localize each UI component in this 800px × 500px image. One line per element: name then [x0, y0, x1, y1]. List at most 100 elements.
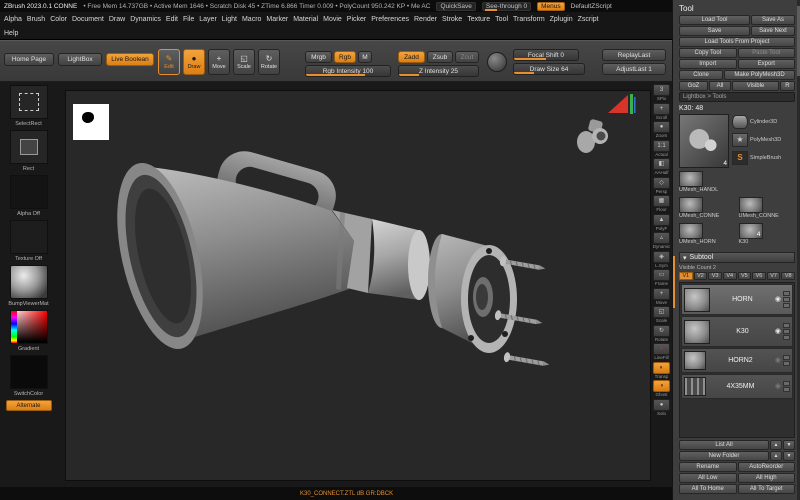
tab-v6[interactable]: V6 — [752, 272, 766, 280]
scale-mode-button[interactable]: ◱ Scale — [233, 49, 255, 75]
mrgb-button[interactable]: Mrgb — [305, 51, 332, 63]
load-tools-from-project-button[interactable]: Load Tools From Project — [679, 37, 795, 47]
active-tool-thumbnail[interactable]: 4 — [679, 114, 729, 168]
lightbox-tools-path[interactable]: Lightbox > Tools — [679, 92, 795, 102]
tool-thumbnail[interactable] — [679, 171, 703, 187]
menu-picker[interactable]: Picker — [347, 16, 366, 23]
save-next-button[interactable]: Save Next — [750, 26, 795, 36]
rotate-mode-button[interactable]: ↻ Rotate — [258, 49, 280, 75]
subtool-section-header[interactable]: ▾ Subtool — [679, 252, 795, 263]
scale-canvas-icon[interactable]: ◱ — [653, 306, 670, 318]
z-intensity-slider[interactable]: Z Intensity 25 — [398, 65, 479, 77]
recent-tool-umesh-conne-1[interactable]: UMesh_CONNE — [679, 197, 736, 222]
home-page-button[interactable]: Home Page — [4, 53, 54, 66]
m-button[interactable]: M — [358, 51, 372, 63]
paste-tool-button[interactable]: Paste Tool — [737, 48, 795, 58]
ghost-icon[interactable]: ◑ — [653, 380, 670, 392]
subtool-up-button[interactable]: ▲ — [770, 440, 782, 450]
all-to-home-button[interactable]: All To Home — [679, 484, 737, 494]
polyframe-icon[interactable]: ▲ — [653, 213, 670, 226]
clone-button[interactable]: Clone — [679, 70, 724, 80]
focal-shift-slider[interactable]: Focal Shift 0 — [513, 49, 579, 61]
menu-draw[interactable]: Draw — [109, 16, 125, 23]
color-picker[interactable] — [9, 310, 48, 344]
recent-tool-polymesh3d[interactable]: ★ PolyMesh3D — [732, 132, 795, 148]
goz-visible-button[interactable]: Visible — [732, 81, 779, 91]
see-through-slider[interactable]: See-through 0 — [481, 1, 532, 11]
floor-grid-icon[interactable]: ▦ — [653, 195, 670, 207]
tab-v8[interactable]: V8 — [781, 272, 795, 280]
lightbox-button[interactable]: LightBox — [58, 53, 102, 66]
menu-material[interactable]: Material — [293, 16, 318, 23]
default-zscript-label[interactable]: DefaultZScript — [571, 3, 612, 10]
folder-down-button[interactable]: ▼ — [783, 451, 795, 461]
aahalf-icon[interactable]: ◧ — [653, 158, 670, 170]
rgb-intensity-slider[interactable]: Rgb Intensity 100 — [305, 65, 391, 77]
new-folder-button[interactable]: New Folder — [679, 451, 769, 461]
recent-tool-umesh-horn[interactable]: UMesh_HORN — [679, 223, 736, 248]
menu-document[interactable]: Document — [72, 16, 104, 23]
menu-preferences[interactable]: Preferences — [371, 16, 409, 23]
tab-v7[interactable]: V7 — [766, 272, 781, 280]
rgb-button[interactable]: Rgb — [334, 51, 356, 63]
draw-mode-button[interactable]: ● Draw — [183, 49, 205, 75]
menu-edit[interactable]: Edit — [166, 16, 178, 23]
visibility-eye-icon[interactable]: ◉ — [775, 296, 781, 303]
load-tool-button[interactable]: Load Tool — [679, 15, 750, 25]
goz-button[interactable]: GoZ — [679, 81, 708, 91]
menu-texture[interactable]: Texture — [467, 16, 490, 23]
import-button[interactable]: Import — [679, 59, 737, 69]
texture-off-thumbnail[interactable] — [9, 220, 48, 254]
edit-mode-button[interactable]: ✎ Edit — [158, 49, 180, 75]
menu-render[interactable]: Render — [414, 16, 437, 23]
all-low-button[interactable]: All Low — [679, 473, 737, 483]
solo-icon[interactable]: ● — [653, 398, 670, 411]
tool-thumbnail[interactable] — [679, 197, 703, 213]
tab-v2[interactable]: V2 — [693, 272, 708, 280]
menu-transform[interactable]: Transform — [513, 16, 545, 23]
goz-r-button[interactable]: R — [779, 81, 795, 91]
all-to-target-button[interactable]: All To Target — [737, 484, 795, 494]
menus-button[interactable]: Menus — [537, 1, 565, 11]
linefill-icon[interactable]: ○ — [653, 343, 670, 355]
tab-v4[interactable]: V4 — [722, 272, 737, 280]
subtool-thumbnail[interactable] — [684, 351, 706, 370]
tab-v3[interactable]: V3 — [708, 272, 722, 280]
adjust-last-button[interactable]: AdjustLast 1 — [602, 63, 666, 75]
menu-help[interactable]: Help — [4, 30, 18, 37]
alternate-button[interactable]: Alternate — [5, 400, 52, 411]
menu-dynamics[interactable]: Dynamics — [130, 16, 161, 23]
transparency-icon[interactable]: ◐ — [653, 361, 670, 374]
draw-size-slider[interactable]: Draw Size 64 — [513, 63, 585, 75]
replay-last-button[interactable]: ReplayLast — [602, 49, 666, 61]
visibility-eye-icon[interactable]: ◉ — [775, 328, 781, 335]
make-polymesh3d-button[interactable]: Make PolyMesh3D — [724, 70, 795, 80]
brush-thumbnail[interactable] — [9, 85, 48, 119]
autoreorder-button[interactable]: AutoReorder — [737, 462, 795, 472]
menu-marker[interactable]: Marker — [266, 16, 288, 23]
brush-preview-knob[interactable] — [487, 52, 507, 72]
quicksave-button[interactable]: QuickSave — [436, 1, 476, 11]
recent-tool-cylinder3d[interactable]: Cylinder3D — [732, 114, 795, 130]
zoom-icon[interactable]: ● — [653, 121, 670, 133]
menu-brush[interactable]: Brush — [27, 16, 45, 23]
goz-all-button[interactable]: All — [709, 81, 732, 91]
subtool-row-horn[interactable]: HORN ◉ — [681, 284, 793, 315]
spix-slider[interactable]: 3 — [653, 84, 670, 96]
menu-macro[interactable]: Macro — [242, 16, 261, 23]
subtool-thumbnail[interactable] — [684, 287, 710, 312]
actual-size-icon[interactable]: 1:1 — [653, 139, 670, 152]
recent-tool-umesh-conne-2[interactable]: UMesh_CONNE — [738, 197, 796, 222]
local-symmetry-icon[interactable]: ◈ — [653, 250, 670, 263]
tool-thumbnail[interactable] — [679, 223, 703, 239]
perspective-icon[interactable]: ◇ — [653, 176, 670, 189]
move-mode-button[interactable]: + Move — [208, 49, 230, 75]
recent-tool-k30[interactable]: 4 K30 — [738, 223, 796, 248]
canvas-document[interactable] — [65, 90, 651, 481]
material-sphere-thumbnail[interactable] — [9, 265, 48, 299]
dynamic-icon[interactable]: ▵ — [652, 232, 670, 244]
list-all-button[interactable]: List All — [679, 440, 769, 450]
zadd-button[interactable]: Zadd — [398, 51, 425, 63]
alpha-off-thumbnail[interactable] — [9, 175, 48, 209]
recent-tool-simplebrush[interactable]: S SimpleBrush — [732, 150, 795, 166]
